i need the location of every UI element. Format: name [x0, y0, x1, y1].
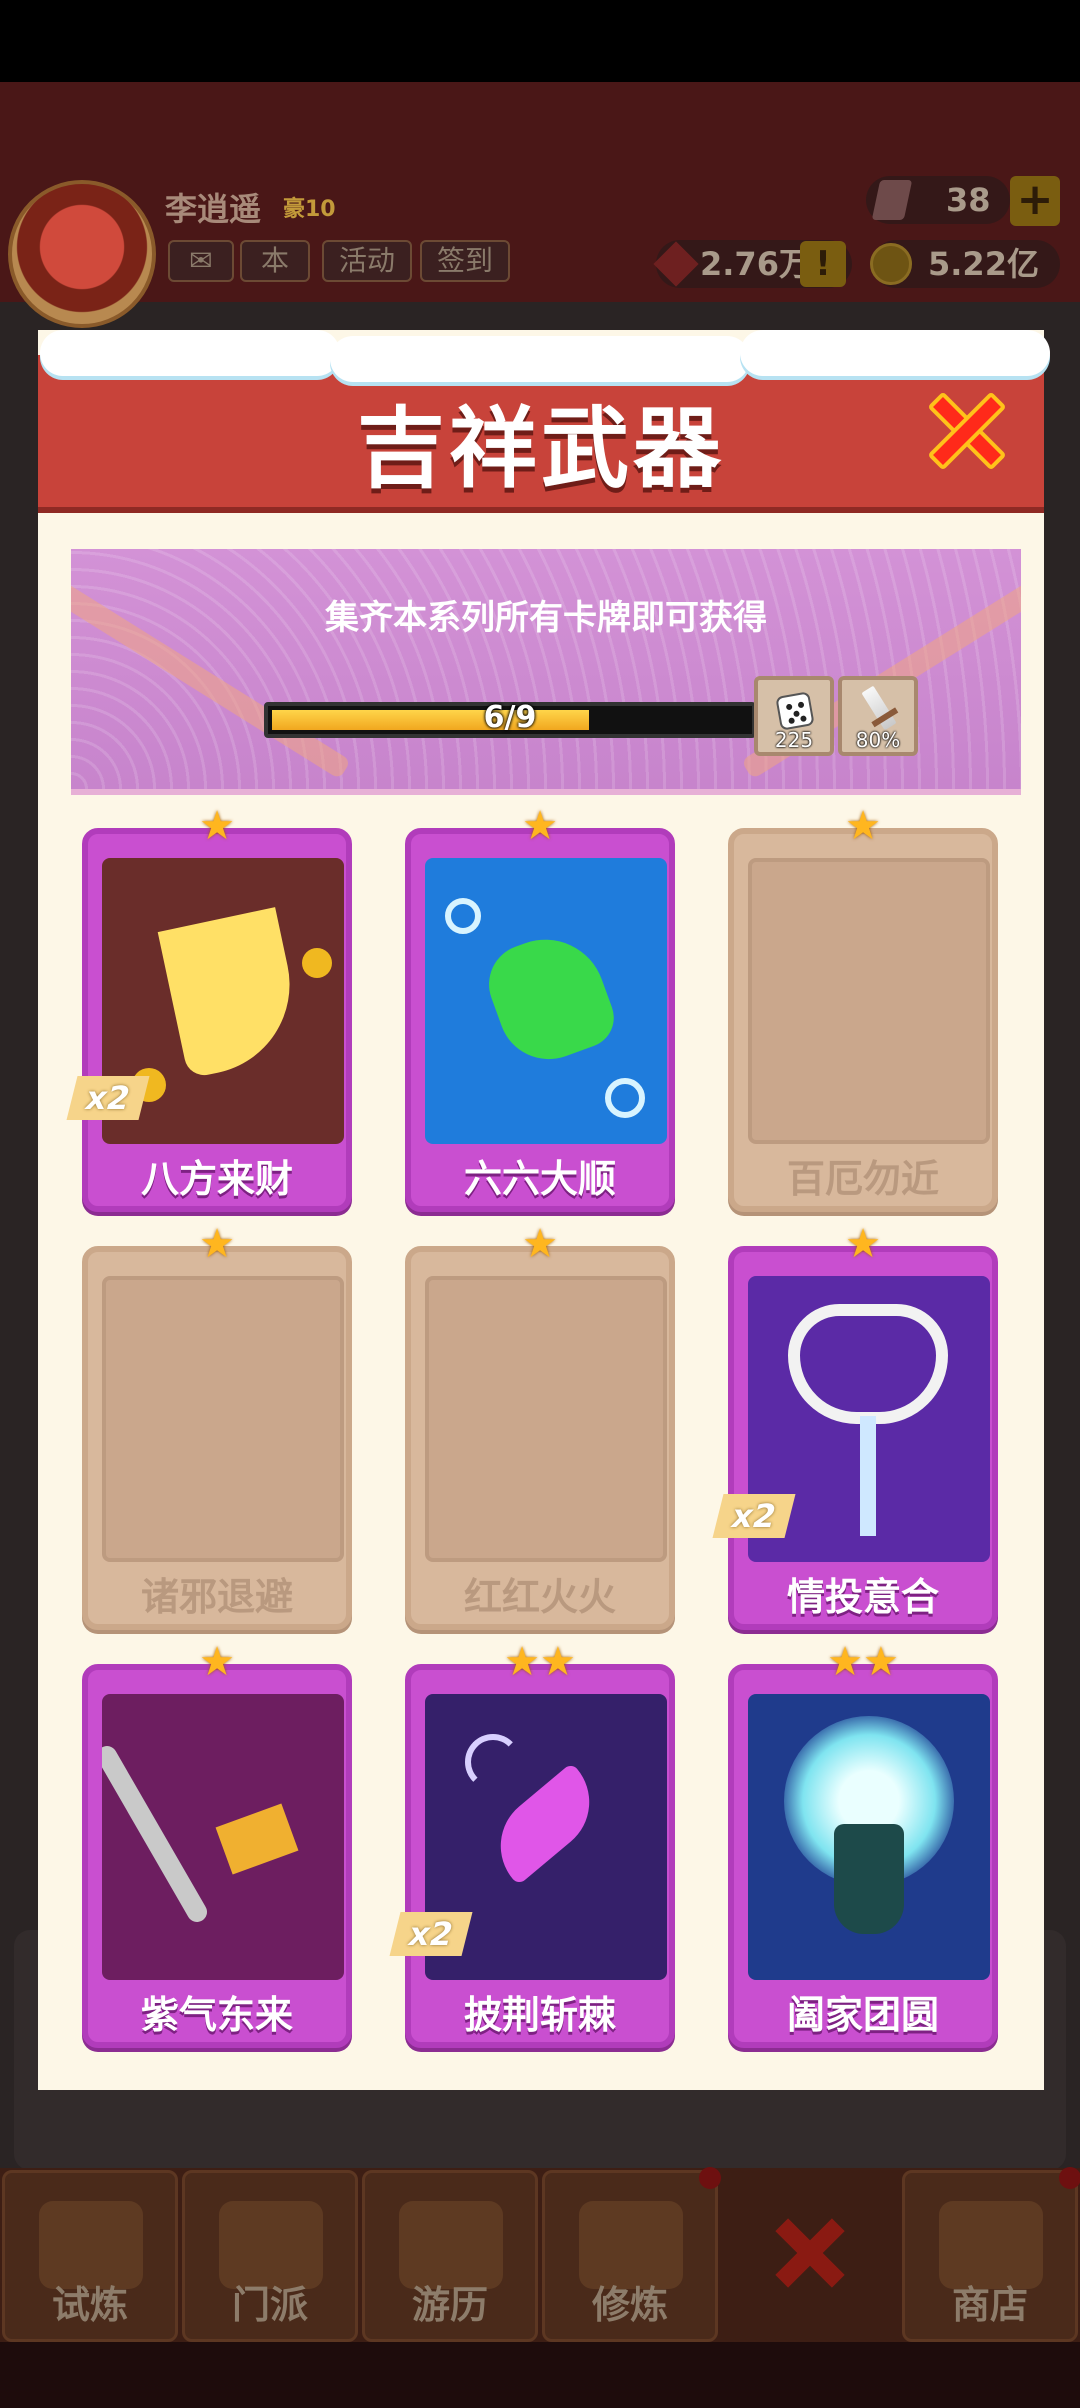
card-name: 紫气东来: [140, 1993, 293, 2037]
weapon-card[interactable]: 八方来财 ★ x2: [66, 806, 352, 1212]
dice-icon: [775, 691, 815, 731]
card-name: 披荆斩棘: [463, 1993, 616, 2037]
weapon-card[interactable]: 六六大顺 ★: [405, 806, 675, 1212]
card-name: 红红火火: [463, 1575, 616, 1619]
star-icon: ★: [522, 1221, 558, 1267]
nav-label: 游历: [411, 2283, 488, 2327]
reward-count: 225: [774, 728, 814, 752]
weapon-card[interactable]: 诸邪退避 ★: [82, 1224, 352, 1630]
crest-art: [834, 1824, 904, 1934]
card-name: 八方来财: [140, 1157, 293, 1201]
card-art-locked: [102, 1276, 344, 1562]
card-name: 情投意合: [786, 1575, 939, 1619]
weapon-card[interactable]: 百厄勿近 ★: [728, 806, 998, 1212]
star-icon: ★★: [827, 1639, 899, 1685]
close-button[interactable]: [922, 386, 1012, 476]
player-name: 李逍遥: [165, 190, 262, 228]
weapon-card[interactable]: 紫气东来 ★: [82, 1642, 352, 2048]
reward-count: 80%: [855, 728, 901, 752]
notification-dot: [699, 2167, 721, 2189]
nav-close[interactable]: [722, 2170, 898, 2342]
card-name: 诸邪退避: [140, 1575, 293, 1619]
nav-travel[interactable]: 游历: [362, 2170, 538, 2342]
snow-decoration: [40, 330, 340, 376]
card-art: [425, 858, 667, 1144]
nav-shop[interactable]: 商店: [902, 2167, 1080, 2342]
star-icon: ★: [845, 803, 881, 849]
nav-label: 门派: [231, 2283, 308, 2327]
banner-text: 集齐本系列所有卡牌即可获得: [325, 598, 767, 638]
mail-button[interactable]: ✉: [168, 240, 234, 282]
gold-amount: 5.22亿: [928, 245, 1039, 283]
heart-art: [788, 1304, 948, 1424]
star-icon: ★: [199, 1221, 235, 1267]
coin-icon: [870, 243, 912, 285]
card-name: 阖家团圆: [786, 1993, 939, 2037]
other-button[interactable]: 本: [240, 240, 310, 282]
swirl-art: [445, 898, 481, 934]
nav-trial[interactable]: 试炼: [2, 2170, 178, 2342]
swirl-art: [605, 1078, 645, 1118]
nav-label: 修炼: [591, 2283, 668, 2327]
duplicate-badge: x2: [66, 1076, 150, 1120]
coin-art: [302, 948, 332, 978]
nav-label: 商店: [951, 2283, 1028, 2327]
card-art: [102, 1694, 344, 1980]
info-button[interactable]: !: [800, 241, 846, 287]
player-level: 豪10: [283, 197, 336, 222]
set-banner: [71, 549, 1021, 795]
gem-amount: 38: [946, 181, 991, 219]
star-icon: ★: [199, 1639, 235, 1685]
weapon-card[interactable]: 披荆斩棘 ★★ x2: [389, 1642, 675, 2048]
snow-decoration: [330, 336, 750, 382]
avatar[interactable]: [8, 180, 156, 328]
red-amount: 2.76万: [700, 245, 811, 283]
star-icon: ★: [845, 1221, 881, 1267]
snow-decoration: [740, 330, 1050, 376]
add-gems-button[interactable]: +: [1010, 176, 1060, 226]
card-art-locked: [748, 858, 990, 1144]
weapon-card[interactable]: 红红火火 ★: [405, 1224, 675, 1630]
card-art-locked: [425, 1276, 667, 1562]
nav-cultivate[interactable]: 修炼: [542, 2167, 721, 2342]
checkin-button[interactable]: 签到: [420, 240, 510, 282]
hand-art: [477, 922, 623, 1074]
system-bar: [0, 2342, 1080, 2408]
star-icon: ★: [522, 803, 558, 849]
bow-art: [102, 1742, 211, 1926]
mail-icon: ✉: [189, 244, 213, 277]
dagger-icon: [861, 685, 897, 731]
moon-art: [465, 1734, 521, 1790]
star-icon: ★★: [504, 1639, 576, 1685]
card-art: [748, 1694, 990, 1980]
blade-art: [157, 907, 307, 1079]
reward-dice[interactable]: 225: [754, 676, 834, 756]
progress-text: 6/9: [483, 700, 537, 735]
weapon-card[interactable]: 情投意合 ★ x2: [712, 1224, 998, 1630]
nav-sect[interactable]: 门派: [182, 2170, 358, 2342]
duplicate-badge: x2: [712, 1494, 796, 1538]
nav-label: 试炼: [51, 2283, 128, 2327]
staff-art: [860, 1416, 876, 1536]
notification-dot: [1059, 2167, 1080, 2189]
duplicate-badge: x2: [389, 1912, 473, 1956]
star-icon: ★: [199, 803, 235, 849]
crossbow-art: [215, 1803, 299, 1875]
status-bar: [0, 0, 1080, 82]
weapon-card[interactable]: 阖家团圆 ★★: [728, 1642, 998, 2048]
reward-dagger[interactable]: 80%: [838, 676, 918, 756]
dialog-title: 吉祥武器: [356, 397, 725, 500]
event-button[interactable]: 活动: [322, 240, 412, 282]
card-name: 六六大顺: [463, 1157, 616, 1201]
card-name: 百厄勿近: [786, 1157, 939, 1201]
